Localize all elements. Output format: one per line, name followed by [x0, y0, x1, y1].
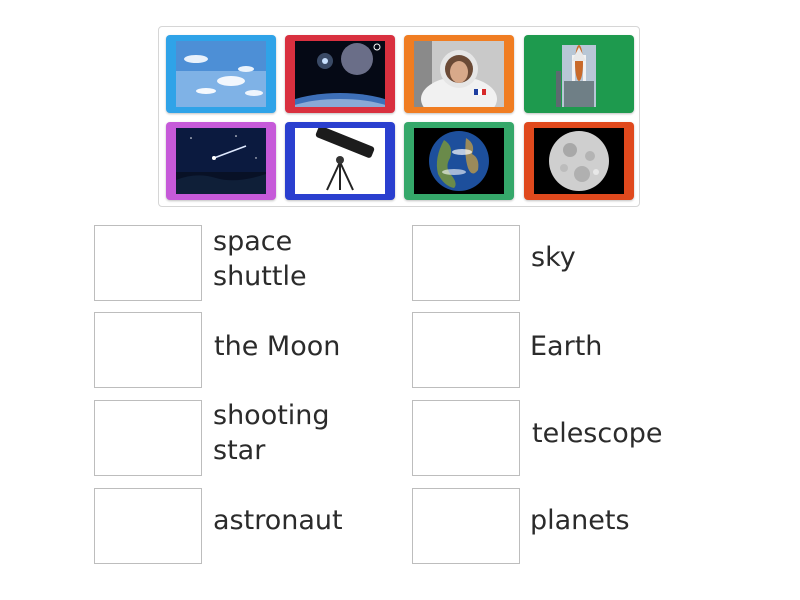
telescope-image: [295, 128, 385, 194]
tile-earth[interactable]: [404, 122, 514, 200]
tile-the-moon[interactable]: [524, 122, 634, 200]
tile-sky[interactable]: [166, 35, 276, 113]
label-astronaut: astronaut: [213, 505, 343, 536]
drop-slot-telescope[interactable]: [412, 400, 520, 476]
astronaut-image: [414, 41, 504, 107]
label-earth: Earth: [530, 331, 603, 362]
drop-slot-shooting-star[interactable]: [94, 400, 202, 476]
label-sky: sky: [531, 242, 576, 273]
label-planets: planets: [530, 505, 630, 536]
moon-image: [534, 128, 624, 194]
tile-space-shuttle[interactable]: [524, 35, 634, 113]
label-space-shuttle: space shuttle: [213, 226, 307, 292]
space-shuttle-image: [534, 41, 624, 107]
planets-image: [295, 41, 385, 107]
tile-telescope[interactable]: [285, 122, 395, 200]
drop-slot-earth[interactable]: [412, 312, 520, 388]
label-shooting-star: shooting star: [213, 400, 330, 466]
drop-slot-space-shuttle[interactable]: [94, 225, 202, 301]
drop-slot-sky[interactable]: [412, 225, 520, 301]
tile-planets[interactable]: [285, 35, 395, 113]
sky-image: [176, 41, 266, 107]
label-the-moon: the Moon: [214, 331, 341, 362]
drop-slot-astronaut[interactable]: [94, 488, 202, 564]
earth-image: [414, 128, 504, 194]
drop-slot-planets[interactable]: [412, 488, 520, 564]
tile-astronaut[interactable]: [404, 35, 514, 113]
label-telescope: telescope: [532, 418, 663, 449]
tile-shooting-star[interactable]: [166, 122, 276, 200]
shooting-star-image: [176, 128, 266, 194]
drop-slot-the-moon[interactable]: [94, 312, 202, 388]
